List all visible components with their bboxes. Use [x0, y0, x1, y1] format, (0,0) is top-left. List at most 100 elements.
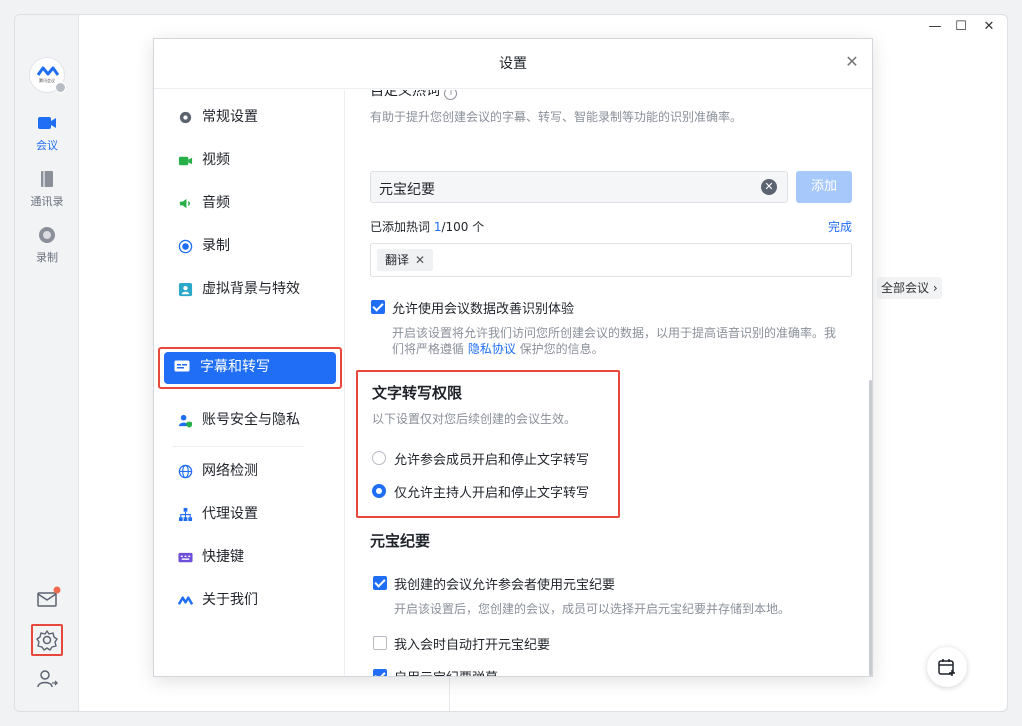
- yb-autoopen-checkbox[interactable]: [373, 636, 387, 650]
- nav-item-proxy[interactable]: 代理设置: [178, 499, 338, 529]
- nav-label: 代理设置: [202, 506, 258, 522]
- nav-item-general[interactable]: 常规设置: [178, 102, 338, 132]
- hotword-count: 已添加热词 1/100 个: [370, 218, 484, 235]
- allow-data-desc-2b: 保护您的信息。: [515, 342, 604, 356]
- done-link[interactable]: 完成: [828, 218, 852, 235]
- rail-label-meetings: 会议: [36, 139, 58, 152]
- app-logo-icon: [37, 66, 59, 76]
- contacts-book-icon: [41, 171, 53, 187]
- nav-label: 网络检测: [202, 463, 258, 479]
- remove-tag-icon[interactable]: ✕: [415, 253, 425, 267]
- record-icon: [178, 239, 193, 254]
- globe-icon: [178, 464, 193, 479]
- info-icon[interactable]: i: [444, 90, 458, 100]
- minimize-button[interactable]: —: [925, 19, 945, 34]
- close-icon: ✕: [845, 52, 859, 71]
- status-badge: [55, 82, 66, 93]
- speaker-icon: [179, 198, 190, 209]
- allow-data-label: 允许使用会议数据改善识别体验: [392, 302, 575, 317]
- hotword-input[interactable]: 元宝纪要 ✕: [370, 171, 788, 203]
- allow-data-checkbox[interactable]: [371, 300, 385, 314]
- hotwords-desc: 有助于提升您创建会议的字幕、转写、智能录制等功能的识别准确率。: [370, 110, 743, 124]
- nav-label: 快捷键: [202, 549, 244, 565]
- nav-item-recording[interactable]: 录制: [178, 231, 338, 261]
- hotwords-title-text: 自定义热词: [370, 90, 440, 99]
- portrait-icon: [178, 282, 193, 297]
- nav-item-account-security[interactable]: 账号安全与隐私: [178, 405, 338, 435]
- nav-label: 录制: [202, 238, 230, 254]
- all-meetings-label: 全部会议: [881, 281, 930, 295]
- tag-label: 翻译: [385, 253, 410, 267]
- left-rail: 腾讯会议 会议 通讯录 录制: [15, 15, 79, 711]
- transcription-permission-section: 文字转写权限 以下设置仅对您后续创建的会议生效。 允许参会成员开启和停止文字转写…: [356, 370, 620, 518]
- settings-nav: 常规设置 视频 音频 录制 虚拟背景与特效 字幕和转写 账号安全与隐私 网络检测…: [154, 90, 345, 676]
- rail-item-contacts[interactable]: 通讯录: [15, 169, 79, 209]
- network-icon: [178, 507, 193, 522]
- hotword-input-value: 元宝纪要: [379, 182, 435, 198]
- nav-item-virtual-bg[interactable]: 虚拟背景与特效: [178, 274, 338, 304]
- add-hotword-button[interactable]: 添加: [796, 171, 852, 203]
- video-icon: [178, 156, 193, 166]
- gear-icon: [36, 630, 58, 651]
- perm-title: 文字转写权限: [372, 384, 463, 402]
- nav-item-captions[interactable]: 字幕和转写: [158, 347, 342, 389]
- nav-label: 字幕和转写: [200, 359, 270, 375]
- allow-data-desc-1: 开启该设置将允许我们访问您所创建会议的数据，以用于提高语音识别的准确率。我: [392, 326, 837, 340]
- yb-allow-checkbox[interactable]: [373, 576, 387, 590]
- nav-label: 虚拟背景与特效: [202, 281, 300, 297]
- rail-item-meetings[interactable]: 会议: [15, 113, 79, 153]
- schedule-meeting-button[interactable]: [927, 647, 967, 687]
- hotwords-title: 自定义热词 i: [370, 90, 458, 100]
- rail-label-recordings: 录制: [36, 251, 58, 264]
- gear-icon: [179, 111, 192, 124]
- nav-label: 关于我们: [202, 592, 258, 608]
- close-dialog-button[interactable]: ✕: [844, 54, 860, 70]
- logo-icon: [178, 596, 193, 605]
- hotword-count-suffix: /100 个: [441, 220, 485, 234]
- all-meetings-link[interactable]: 全部会议 ›: [877, 277, 942, 299]
- calendar-add-icon: [938, 659, 955, 676]
- user-shield-icon: [178, 414, 193, 428]
- avatar[interactable]: 腾讯会议: [29, 57, 66, 93]
- caption-icon: [174, 360, 190, 372]
- perm-option-host-radio[interactable]: [372, 484, 386, 498]
- hotword-tag: 翻译 ✕: [377, 249, 434, 271]
- dialog-title: 设置: [154, 39, 872, 89]
- yb-allow-label: 我创建的会议允许参会者使用元宝纪要: [394, 578, 616, 593]
- nav-label: 常规设置: [202, 109, 258, 125]
- clear-icon[interactable]: ✕: [761, 179, 777, 195]
- video-camera-icon: [38, 117, 56, 129]
- keyboard-icon: [178, 552, 193, 563]
- privacy-link[interactable]: 隐私协议: [468, 342, 516, 356]
- allow-data-desc: 开启该设置将允许我们访问您所创建会议的数据，以用于提高语音识别的准确率。我 们将…: [392, 325, 852, 357]
- close-window-button[interactable]: ✕: [979, 19, 999, 34]
- settings-content: 自定义热词 i 有助于提升您创建会议的字幕、转写、智能录制等功能的识别准确率。 …: [346, 90, 872, 676]
- nav-item-shortcuts[interactable]: 快捷键: [178, 542, 338, 572]
- nav-item-video[interactable]: 视频: [178, 145, 338, 175]
- yuanbao-title: 元宝纪要: [370, 532, 431, 550]
- rail-item-recordings[interactable]: 录制: [15, 225, 79, 265]
- user-switch-icon: [37, 670, 58, 688]
- hotword-tag-list: 翻译 ✕: [370, 243, 852, 277]
- nav-label: 视频: [202, 152, 230, 168]
- mail-button[interactable]: [33, 585, 61, 613]
- nav-divider: [172, 446, 304, 447]
- perm-desc: 以下设置仅对您后续创建的会议生效。: [372, 412, 577, 426]
- rail-label-contacts: 通讯录: [30, 195, 64, 208]
- account-switch-button[interactable]: [33, 665, 61, 693]
- yb-danmaku-label: 启用元宝纪要弹幕: [394, 667, 498, 676]
- yb-danmaku-checkbox[interactable]: [373, 669, 387, 676]
- yb-allow-desc: 开启该设置后，您创建的会议，成员可以选择开启元宝纪要并存储到本地。: [394, 602, 791, 616]
- nav-label: 音频: [202, 195, 230, 211]
- perm-option-host-label: 仅允许主持人开启和停止文字转写: [394, 486, 590, 501]
- nav-item-audio[interactable]: 音频: [178, 188, 338, 218]
- mail-icon: [37, 586, 61, 607]
- settings-button[interactable]: [31, 624, 63, 656]
- nav-item-network-test[interactable]: 网络检测: [178, 456, 338, 486]
- settings-dialog: 设置 ✕ 常规设置 视频 音频 录制 虚拟背景与特效 字幕和转写 账号安全与隐私…: [153, 38, 873, 677]
- perm-option-members-radio[interactable]: [372, 451, 386, 465]
- yb-autoopen-label: 我入会时自动打开元宝纪要: [394, 638, 551, 653]
- maximize-button[interactable]: ☐: [951, 19, 971, 34]
- nav-item-about[interactable]: 关于我们: [178, 585, 338, 615]
- content-scrollbar[interactable]: [869, 380, 872, 676]
